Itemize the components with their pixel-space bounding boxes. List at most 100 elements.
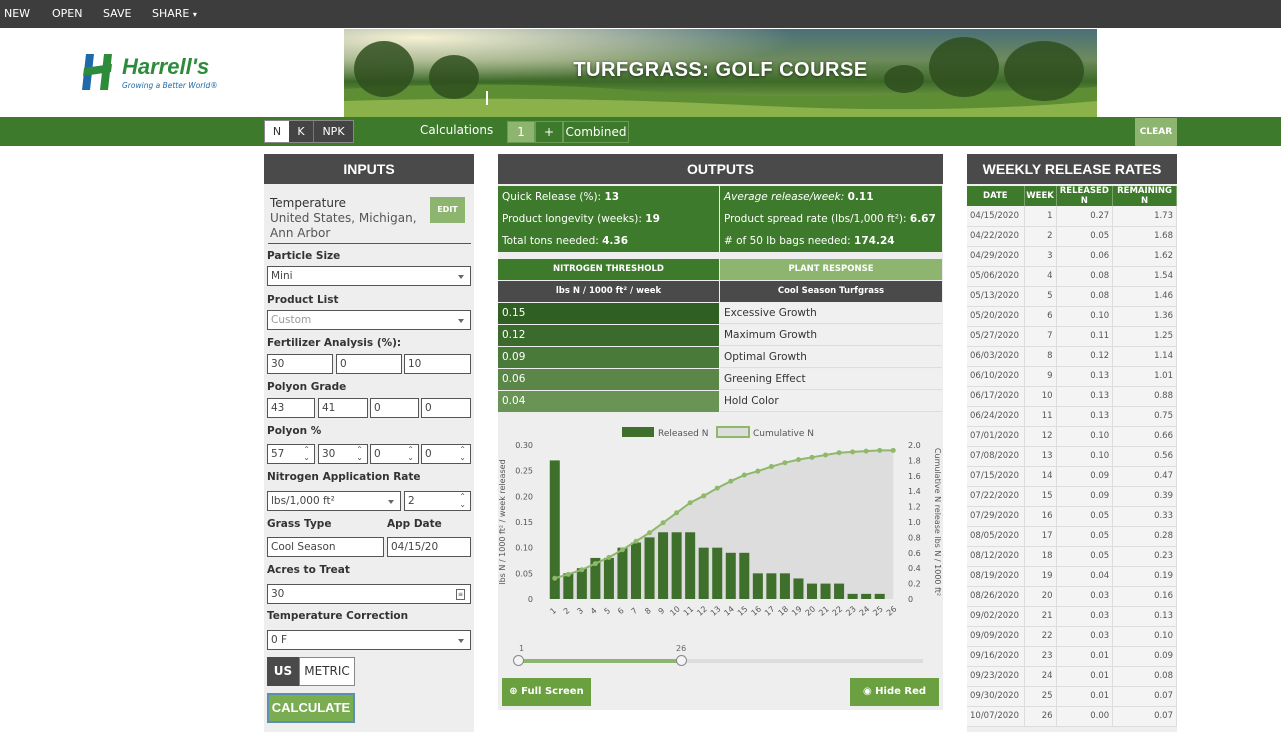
- table-cell: 07/08/2020: [967, 446, 1025, 467]
- cumulative-point: [741, 472, 747, 478]
- table-cell: 0.09: [1056, 466, 1114, 487]
- table-row: 08/26/2020 20 0.03 0.16: [967, 586, 1177, 607]
- nav-save[interactable]: SAVE: [103, 7, 131, 20]
- grass-type-input[interactable]: Cool Season: [267, 537, 384, 557]
- harrells-logo[interactable]: Harrell's Growing a Better World®: [78, 52, 248, 96]
- polyon-grade-input-3[interactable]: 0: [370, 398, 419, 418]
- nav-new[interactable]: NEW: [4, 7, 30, 20]
- nav-share[interactable]: SHARE ▾: [152, 7, 197, 20]
- table-cell: 0.08: [1056, 266, 1114, 287]
- y-tick-label: 0.30: [515, 441, 533, 450]
- full-screen-button[interactable]: ⊕ Full Screen: [502, 678, 591, 706]
- released-bar: [806, 583, 818, 599]
- released-bar: [847, 593, 858, 599]
- n-rate-input[interactable]: 2 ⌃ ⌄: [404, 491, 471, 511]
- table-cell: 07/29/2020: [967, 506, 1025, 527]
- app-date-input[interactable]: 04/15/20: [387, 537, 471, 557]
- y2-tick-label: 0.2: [908, 580, 921, 589]
- weekly-col-header[interactable]: RELEASED N: [1056, 186, 1114, 206]
- x-tick-label: 9: [657, 606, 667, 616]
- tab-npk[interactable]: NPK: [313, 121, 353, 142]
- x-tick-label: 15: [736, 604, 750, 617]
- polyon-pct-input-3[interactable]: 0 ⌃ ⌄: [370, 444, 419, 464]
- table-cell: 9: [1024, 366, 1057, 387]
- calculator-icon[interactable]: ≡: [456, 589, 465, 600]
- y2-tick-label: 1.8: [908, 456, 921, 465]
- product-list-select[interactable]: Custom: [267, 310, 471, 330]
- table-cell: 06/24/2020: [967, 406, 1025, 427]
- cumulative-point: [836, 450, 842, 456]
- released-bar: [861, 593, 872, 599]
- table-row: 09/09/2020 22 0.03 0.10: [967, 626, 1177, 647]
- add-calc-button[interactable]: +: [535, 121, 563, 143]
- table-cell: 08/05/2020: [967, 526, 1025, 547]
- released-bar: [874, 593, 885, 599]
- polyon-grade-input-2[interactable]: 41: [318, 398, 368, 418]
- hide-red-line-button[interactable]: ◉ Hide Red Line: [850, 678, 939, 725]
- nav-open[interactable]: OPEN: [52, 7, 82, 20]
- edit-location-button[interactable]: EDIT: [430, 197, 465, 223]
- fertilizer-k-input[interactable]: 10: [404, 354, 471, 374]
- cumulative-point: [552, 575, 558, 581]
- unit-metric-toggle[interactable]: METRIC: [299, 657, 355, 686]
- particle-size-select[interactable]: Mini: [267, 266, 471, 286]
- weekly-col-header[interactable]: WEEK: [1024, 186, 1057, 206]
- threshold-value: 0.15: [498, 303, 719, 324]
- top-nav: NEW OPEN SAVE SHARE ▾: [0, 0, 1281, 28]
- released-bar: [671, 532, 682, 599]
- tab-k[interactable]: K: [290, 121, 312, 142]
- table-row: 09/02/2020 21 0.03 0.13: [967, 606, 1177, 627]
- nutrient-tabs: N K NPK: [264, 120, 354, 143]
- x-tick-label: 25: [871, 604, 885, 617]
- released-bar: [617, 547, 628, 599]
- polyon-pct-input-4[interactable]: 0 ⌃ ⌄: [421, 444, 471, 464]
- polyon-pct-input-2[interactable]: 30 ⌃ ⌄: [318, 444, 368, 464]
- table-cell: 0.88: [1112, 386, 1177, 407]
- fertilizer-n-input[interactable]: 30: [267, 354, 333, 374]
- cumulative-point: [647, 530, 653, 536]
- polyon-pct-input-1[interactable]: 57 ⌃ ⌄: [267, 444, 315, 464]
- calc-tab-1[interactable]: 1: [507, 121, 535, 143]
- combined-tab[interactable]: Combined: [563, 121, 629, 143]
- table-cell: 0.19: [1112, 566, 1177, 587]
- tab-n[interactable]: N: [265, 121, 289, 142]
- table-cell: 0.00: [1056, 706, 1114, 727]
- table-cell: 0.03: [1056, 606, 1114, 627]
- n-rate-label: Nitrogen Application Rate: [267, 471, 421, 483]
- y-axis-label: lbs N / 1000 ft² / week released: [498, 459, 507, 584]
- tab-nitrogen-threshold[interactable]: NITROGEN THRESHOLD: [498, 259, 719, 280]
- table-cell: 04/29/2020: [967, 246, 1025, 267]
- temp-correction-select[interactable]: 0 F: [267, 630, 471, 650]
- released-bar: [576, 568, 587, 599]
- threshold-value: 0.06: [498, 369, 719, 390]
- spinner-icon[interactable]: ⌃ ⌄: [407, 446, 414, 462]
- cumulative-point: [890, 447, 896, 453]
- slider-handle-min[interactable]: [513, 655, 524, 666]
- cumulative-point: [877, 447, 883, 453]
- table-cell: 0.10: [1056, 446, 1114, 467]
- spinner-icon[interactable]: ⌃ ⌄: [303, 446, 310, 462]
- unit-us-toggle[interactable]: US: [267, 657, 299, 686]
- particle-size-label: Particle Size: [267, 250, 341, 262]
- weeks-slider[interactable]: [513, 655, 923, 666]
- n-rate-unit-select[interactable]: lbs/1,000 ft²: [267, 491, 401, 511]
- slider-handle-max[interactable]: [676, 655, 687, 666]
- fertilizer-p-input[interactable]: 0: [336, 354, 402, 374]
- spinner-icon[interactable]: ⌃ ⌄: [356, 446, 363, 462]
- polyon-grade-input-1[interactable]: 43: [267, 398, 315, 418]
- weekly-col-header[interactable]: REMAINING N: [1112, 186, 1177, 206]
- released-bar: [834, 583, 845, 599]
- clear-button[interactable]: CLEAR: [1135, 118, 1177, 146]
- tab-plant-response[interactable]: PLANT RESPONSE: [720, 259, 942, 280]
- table-cell: 15: [1024, 486, 1057, 507]
- cumulative-point: [619, 547, 625, 553]
- spinner-icon[interactable]: ⌃ ⌄: [459, 446, 466, 462]
- y2-tick-label: 0.6: [908, 549, 921, 558]
- acres-input[interactable]: 30 ≡: [267, 584, 471, 604]
- table-cell: 0.09: [1056, 486, 1114, 507]
- calculate-button[interactable]: CALCULATE: [267, 693, 355, 723]
- weekly-col-header[interactable]: DATE: [967, 186, 1025, 206]
- released-bar: [698, 547, 709, 599]
- spinner-icon[interactable]: ⌃ ⌄: [459, 493, 466, 509]
- polyon-grade-input-4[interactable]: 0: [421, 398, 471, 418]
